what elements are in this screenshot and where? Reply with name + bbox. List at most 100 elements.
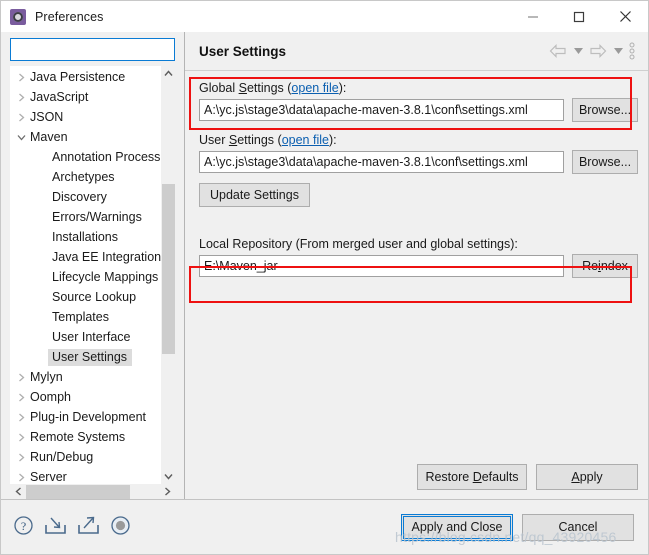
global-settings-input[interactable] — [199, 99, 564, 121]
tree-scroll-thumb[interactable] — [162, 184, 175, 354]
tree-hscroll-track[interactable] — [26, 484, 159, 499]
minimize-button[interactable] — [510, 1, 556, 32]
sidebar-item-lifecycle-mappings[interactable]: Lifecycle Mappings — [10, 267, 161, 287]
apply-and-close-button[interactable]: Apply and Close — [401, 513, 513, 541]
forward-arrow-icon[interactable] — [586, 42, 610, 60]
local-repository-input[interactable] — [199, 255, 564, 277]
sidebar-item-remote-systems[interactable]: Remote Systems — [10, 427, 161, 447]
global-settings-label-suffix: ): — [338, 81, 347, 95]
sidebar-item-label: JavaScript — [30, 90, 89, 104]
sidebar-item-oomph[interactable]: Oomph — [10, 387, 161, 407]
sidebar-item-label: User Settings — [48, 348, 133, 366]
tree-horizontal-scrollbar[interactable] — [10, 484, 175, 499]
chevron-right-icon[interactable] — [14, 433, 28, 442]
footer-button-group: Apply and Close Cancel — [401, 513, 634, 541]
reindex-prefix: Re — [582, 259, 599, 273]
sidebar-item-label: Java Persistence — [30, 70, 126, 84]
sidebar-item-label: Remote Systems — [30, 430, 126, 444]
sidebar-item-javascript[interactable]: JavaScript — [10, 87, 161, 107]
sidebar-item-java-persistence[interactable]: Java Persistence — [10, 67, 161, 87]
chevron-right-icon[interactable] — [14, 453, 28, 462]
back-arrow-icon[interactable] — [546, 42, 570, 60]
export-icon[interactable] — [77, 515, 100, 539]
gear-icon — [10, 8, 26, 25]
sidebar-item-mylyn[interactable]: Mylyn — [10, 367, 161, 387]
close-button[interactable] — [602, 1, 648, 32]
chevron-right-icon[interactable] — [14, 73, 28, 82]
page-footer: Restore Defaults Apply — [185, 464, 648, 499]
sidebar-item-label: Source Lookup — [52, 290, 137, 304]
dialog-content: Java Persistence JavaScript JSON Maven Annot… — [1, 32, 648, 499]
sidebar-item-plug-in-development[interactable]: Plug-in Development — [10, 407, 161, 427]
forward-history-chevron-down-icon[interactable] — [612, 48, 624, 54]
sidebar-item-label: Plug-in Development — [30, 410, 147, 424]
sidebar-item-archetypes[interactable]: Archetypes — [10, 167, 161, 187]
sidebar-item-json[interactable]: JSON — [10, 107, 161, 127]
import-icon[interactable] — [44, 515, 67, 539]
global-settings-label-mid: ettings ( — [246, 81, 292, 95]
sidebar-item-label: Oomph — [30, 390, 71, 404]
global-settings-browse-button[interactable]: Browse... — [572, 98, 638, 122]
sidebar-item-source-lookup[interactable]: Source Lookup — [10, 287, 161, 307]
sidebar-item-templates[interactable]: Templates — [10, 307, 161, 327]
tree-scroll-track[interactable] — [161, 81, 175, 469]
update-settings-button[interactable]: Update Settings — [199, 183, 310, 207]
tree-scroll-row: Java Persistence JavaScript JSON Maven Annot… — [10, 66, 175, 484]
sidebar-item-annotation-process[interactable]: Annotation Process — [10, 147, 161, 167]
reindex-button[interactable]: Reindex — [572, 254, 638, 278]
user-settings-browse-button[interactable]: Browse... — [572, 150, 638, 174]
page-header: User Settings — [185, 32, 648, 71]
preferences-dialog: Preferences Java Persistence JavaScript JS… — [0, 0, 649, 555]
chevron-right-icon[interactable] — [14, 473, 28, 482]
scroll-down-icon[interactable] — [161, 469, 175, 484]
user-settings-label-mid: ettings ( — [237, 133, 282, 147]
sidebar-item-label: User Interface — [52, 330, 131, 344]
sidebar-item-label: Archetypes — [52, 170, 115, 184]
chevron-right-icon[interactable] — [14, 393, 28, 402]
sidebar-item-user-settings[interactable]: User Settings — [10, 347, 161, 367]
sidebar-item-label: Java EE Integration — [52, 250, 161, 264]
sidebar-item-label: JSON — [30, 110, 64, 124]
apply-button[interactable]: Apply — [536, 464, 638, 490]
sidebar-item-label: Errors/Warnings — [52, 210, 142, 224]
sidebar-item-maven[interactable]: Maven — [10, 127, 161, 147]
chevron-right-icon[interactable] — [14, 113, 28, 122]
apply-accel: A — [571, 470, 580, 484]
chevron-right-icon[interactable] — [14, 413, 28, 422]
chevron-down-icon[interactable] — [14, 134, 28, 141]
maximize-button[interactable] — [556, 1, 602, 32]
help-icon[interactable]: ? — [13, 515, 34, 539]
user-settings-label-accel: S — [228, 133, 238, 147]
page-title: User Settings — [199, 43, 287, 59]
sidebar-item-label: Templates — [52, 310, 109, 324]
cancel-button[interactable]: Cancel — [522, 513, 634, 541]
global-settings-open-file-link[interactable]: open file — [291, 81, 338, 95]
sidebar-item-server[interactable]: Server — [10, 467, 161, 484]
tree-hscroll-thumb[interactable] — [26, 485, 130, 499]
chevron-right-icon[interactable] — [14, 93, 28, 102]
sidebar-item-run-debug[interactable]: Run/Debug — [10, 447, 161, 467]
vertical-dots-icon[interactable] — [626, 40, 638, 62]
user-settings-open-file-link[interactable]: open file — [282, 133, 329, 147]
scroll-up-icon[interactable] — [161, 66, 175, 81]
preferences-sidebar: Java Persistence JavaScript JSON Maven Annot… — [1, 32, 184, 499]
global-settings-label: Global Settings (open file): — [199, 81, 638, 95]
scroll-right-icon[interactable] — [159, 484, 175, 499]
sidebar-item-label: Run/Debug — [30, 450, 94, 464]
search-input[interactable] — [10, 38, 175, 61]
sidebar-item-java-ee-integration[interactable]: Java EE Integration — [10, 247, 161, 267]
back-history-chevron-down-icon[interactable] — [572, 48, 584, 54]
scroll-left-icon[interactable] — [10, 484, 26, 499]
user-settings-input[interactable] — [199, 151, 564, 173]
sidebar-item-discovery[interactable]: Discovery — [10, 187, 161, 207]
page-body: Global Settings (open file): Browse... U… — [185, 71, 648, 464]
sidebar-item-user-interface[interactable]: User Interface — [10, 327, 161, 347]
chevron-right-icon[interactable] — [14, 373, 28, 382]
restore-defaults-button[interactable]: Restore Defaults — [417, 464, 527, 490]
sidebar-item-installations[interactable]: Installations — [10, 227, 161, 247]
global-settings-row: Browse... — [199, 98, 638, 122]
user-settings-label-suffix: ): — [328, 133, 337, 147]
sidebar-item-errors-warnings[interactable]: Errors/Warnings — [10, 207, 161, 227]
record-icon[interactable] — [110, 515, 131, 539]
tree-vertical-scrollbar[interactable] — [161, 66, 175, 484]
